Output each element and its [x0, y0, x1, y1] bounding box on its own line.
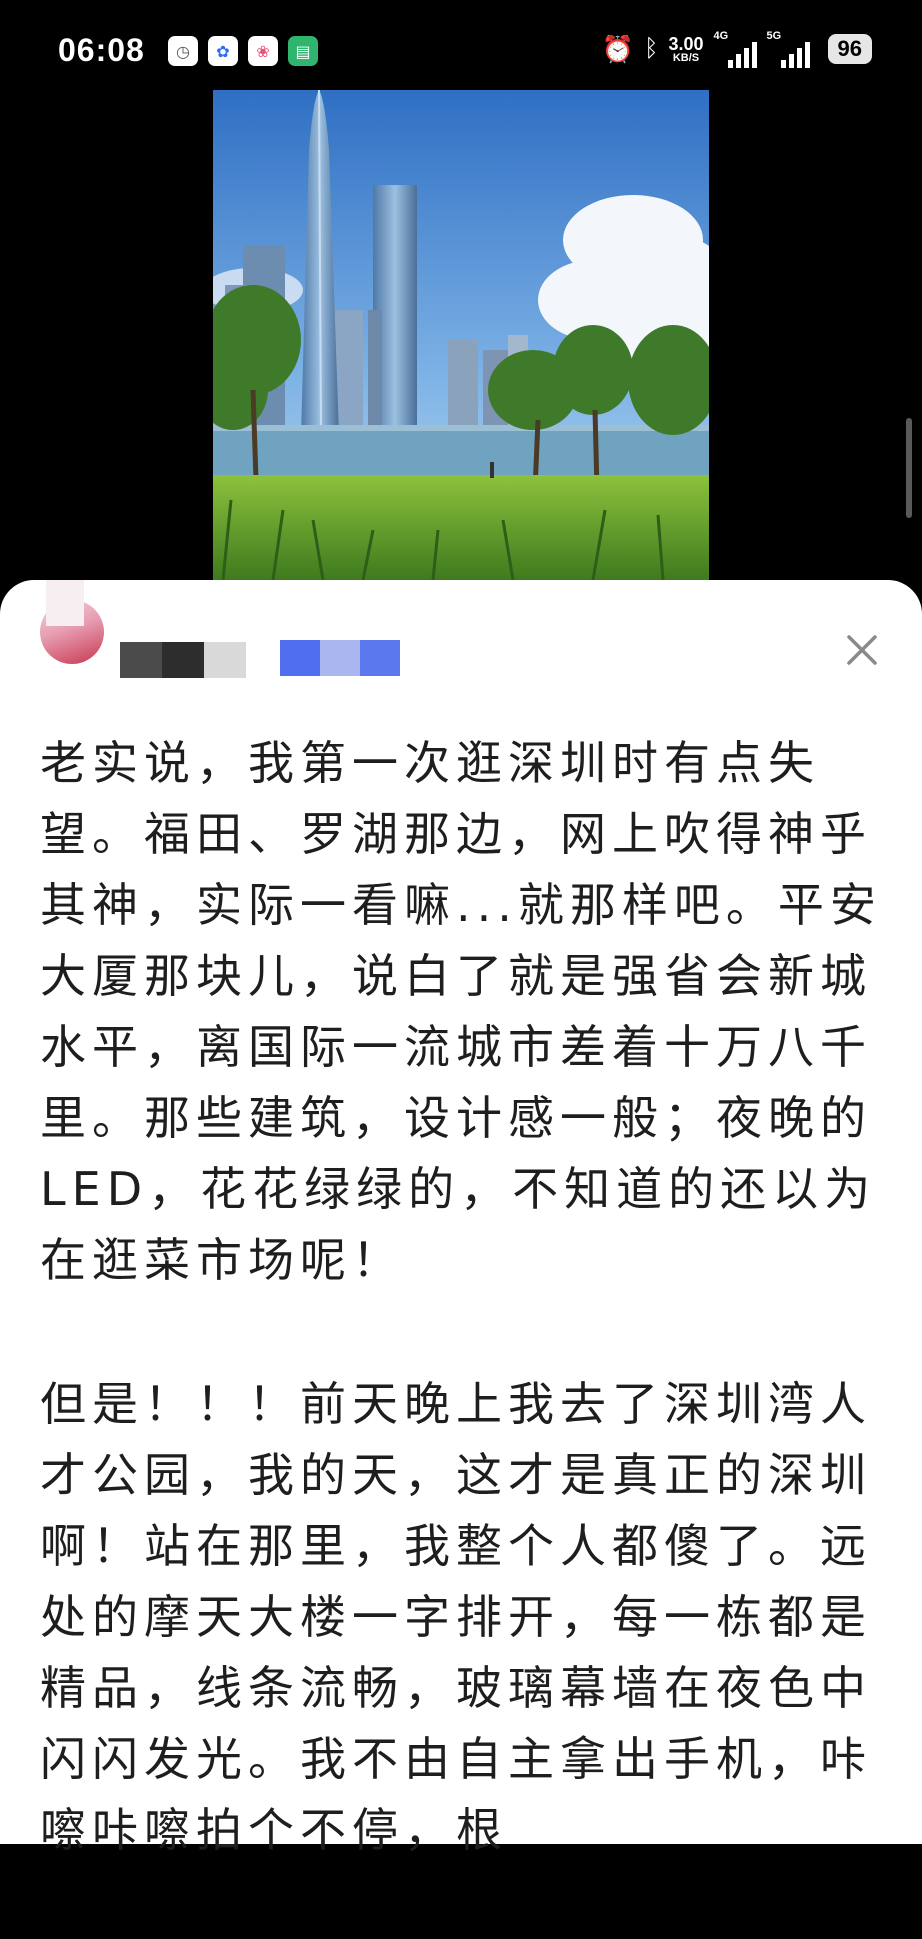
- comment-paragraph-2: 但是！！！前天晚上我去了深圳湾人才公园，我的天，这才是真正的深圳啊！站在那里，我…: [40, 1377, 872, 1857]
- docs-app-icon: ▤: [288, 36, 318, 66]
- user-badge-redacted: [280, 640, 400, 676]
- comment-sheet: 老实说，我第一次逛深圳时有点失望。福田、罗湖那边，网上吹得神乎其神，实际一看嘛.…: [0, 580, 922, 1857]
- battery-indicator: 96: [827, 34, 872, 64]
- photos-app-icon: ❀: [248, 36, 278, 66]
- clock-app-icon: ◷: [168, 36, 198, 66]
- city-skyline-image: [213, 90, 709, 580]
- bluetooth-icon: ᛒ: [644, 35, 659, 62]
- close-button[interactable]: [840, 628, 884, 672]
- status-indicators: ⏰ ᛒ 3.00 KB/S 4G 5G 96: [602, 30, 872, 68]
- username-redacted[interactable]: [120, 642, 246, 678]
- comment-paragraph-1: 老实说，我第一次逛深圳时有点失望。福田、罗湖那边，网上吹得神乎其神，实际一看嘛.…: [40, 736, 882, 1287]
- status-bar: 06:08 ◷ ✿ ❀ ▤ ⏰ ᛒ 3.00 KB/S 4G 5G 96: [0, 0, 922, 104]
- status-time: 06:08: [58, 32, 145, 68]
- close-icon: [847, 635, 877, 665]
- notification-app-icons: ◷ ✿ ❀ ▤: [168, 36, 318, 66]
- network-speed: 3.00 KB/S: [668, 33, 704, 64]
- comment-text: 老实说，我第一次逛深圳时有点失望。福田、罗湖那边，网上吹得神乎其神，实际一看嘛.…: [40, 728, 890, 1939]
- scrollbar-thumb[interactable]: [906, 418, 912, 518]
- alarm-icon: ⏰: [601, 33, 635, 64]
- sim2-signal-icon: 5G: [767, 30, 810, 68]
- post-photo[interactable]: [213, 90, 709, 580]
- sim1-signal-icon: 4G: [714, 30, 757, 68]
- baidu-app-icon: ✿: [208, 36, 238, 66]
- avatar[interactable]: [40, 580, 104, 664]
